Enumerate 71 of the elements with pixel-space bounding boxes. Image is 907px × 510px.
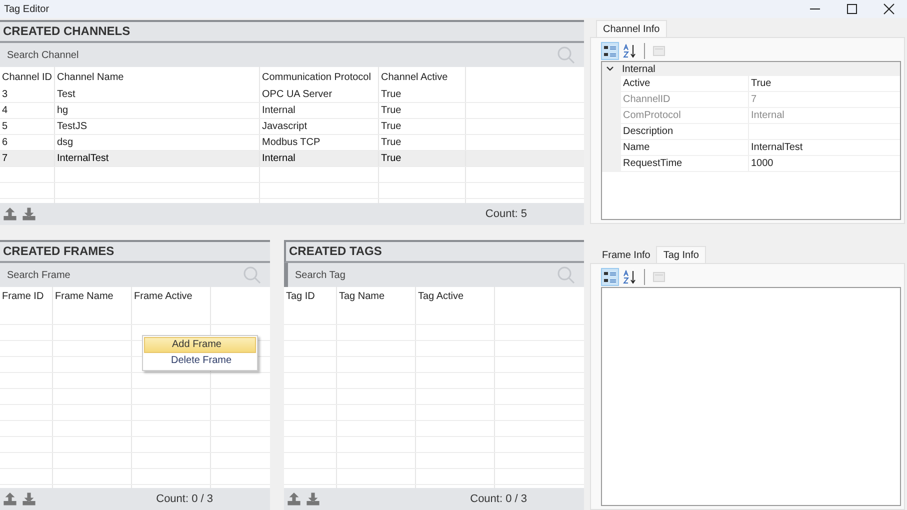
table-row[interactable]: 4 hg Internal True: [0, 103, 584, 119]
search-field[interactable]: Search Channel: [0, 43, 584, 67]
table-cell: True: [379, 119, 466, 134]
table-cell: dsg: [55, 135, 260, 150]
table-cell: True: [379, 135, 466, 150]
property-name[interactable]: ChannelID: [621, 92, 749, 107]
column-header[interactable]: Tag Name: [337, 287, 416, 309]
property-name[interactable]: Active: [621, 76, 749, 91]
property-name[interactable]: Description: [621, 124, 749, 139]
property-value[interactable]: Internal: [749, 108, 900, 123]
menu-item[interactable]: Delete Frame: [144, 353, 256, 369]
column-header[interactable]: Channel ID: [0, 67, 55, 87]
table-cell: Javascript: [260, 119, 379, 134]
table-cell: True: [379, 87, 466, 102]
column-header[interactable]: Tag Active: [416, 287, 495, 309]
table-cell: Internal: [260, 103, 379, 118]
search-field[interactable]: Search Frame: [0, 263, 270, 287]
column-header[interactable]: Frame Name: [53, 287, 132, 309]
window-title: Tag Editor: [4, 4, 50, 14]
property-value[interactable]: 1000: [749, 156, 900, 171]
download-icon[interactable]: [22, 207, 36, 221]
tab[interactable]: Tag Info: [656, 246, 706, 263]
table-cell: True: [379, 103, 466, 118]
tab[interactable]: Frame Info: [596, 248, 656, 263]
menu-item[interactable]: Add Frame: [144, 337, 256, 353]
property-name[interactable]: Name: [621, 140, 749, 155]
download-icon[interactable]: [306, 492, 320, 506]
table-cell: 7: [0, 151, 55, 166]
maximize-icon[interactable]: [846, 3, 858, 15]
column-header[interactable]: Tag ID: [284, 287, 337, 309]
download-icon[interactable]: [22, 492, 36, 506]
category-label: Internal: [622, 64, 656, 74]
column-header[interactable]: Channel Active: [379, 67, 466, 87]
table-cell: Modbus TCP: [260, 135, 379, 150]
property-value[interactable]: 7: [749, 92, 900, 107]
table-cell: Test: [55, 87, 260, 102]
table-cell: 4: [0, 103, 55, 118]
table-row[interactable]: 7 InternalTest Internal True: [0, 151, 584, 167]
table-cell: 6: [0, 135, 55, 150]
upload-icon[interactable]: [287, 492, 301, 506]
search-field[interactable]: Search Tag: [286, 263, 584, 287]
table-cell: True: [379, 151, 466, 166]
count-label: Count: 0 / 3: [470, 493, 528, 505]
count-label: Count: 5: [485, 208, 528, 220]
tab[interactable]: Channel Info: [596, 20, 667, 37]
column-header[interactable]: Channel Name: [55, 67, 260, 87]
panel-header: CREATED CHANNELS: [0, 20, 584, 43]
table-row[interactable]: 5 TestJS Javascript True: [0, 119, 584, 135]
column-header[interactable]: Communication Protocol: [260, 67, 379, 87]
upload-icon[interactable]: [3, 207, 17, 221]
property-name[interactable]: ComProtocol: [621, 108, 749, 123]
table-cell: 5: [0, 119, 55, 134]
close-icon[interactable]: [883, 3, 895, 15]
panel-header: CREATED FRAMES: [0, 240, 270, 263]
upload-icon[interactable]: [3, 492, 17, 506]
table-cell: OPC UA Server: [260, 87, 379, 102]
table-cell: 3: [0, 87, 55, 102]
column-header[interactable]: Frame Active: [132, 287, 211, 309]
property-name[interactable]: RequestTime: [621, 156, 749, 171]
panel-header: CREATED TAGS: [284, 240, 584, 263]
property-value[interactable]: InternalTest: [749, 140, 900, 155]
table-cell: InternalTest: [55, 151, 260, 166]
table-cell: TestJS: [55, 119, 260, 134]
property-value[interactable]: True: [749, 76, 900, 91]
categorized-icon[interactable]: [601, 42, 619, 60]
table-cell: hg: [55, 103, 260, 118]
table-row[interactable]: 3 Test OPC UA Server True: [0, 87, 584, 103]
table-cell: Internal: [260, 151, 379, 166]
count-label: Count: 0 / 3: [156, 493, 214, 505]
categorized-icon[interactable]: [601, 268, 619, 286]
column-header[interactable]: Frame ID: [0, 287, 53, 309]
